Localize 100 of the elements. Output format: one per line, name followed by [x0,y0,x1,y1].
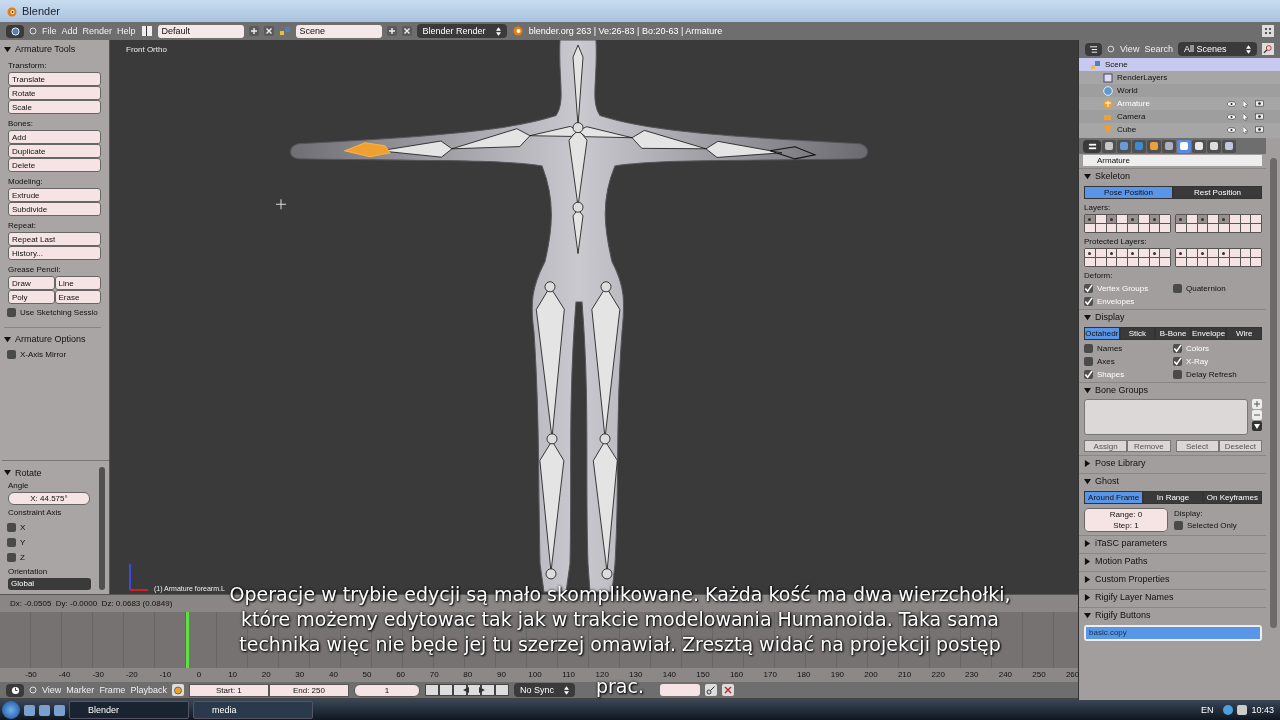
editor-type-button[interactable] [1085,42,1103,56]
layer-toggle[interactable] [1229,249,1240,257]
properties-tab[interactable] [1117,139,1131,153]
disclosure-triangle-icon[interactable] [4,335,11,343]
mode-tab[interactable]: Rest Position [1173,186,1262,199]
disclosure-triangle-icon[interactable] [1084,593,1091,601]
quick-launch-icon[interactable] [39,704,50,716]
layer-toggle[interactable] [1186,224,1197,232]
tool-button[interactable]: Scale [8,100,101,114]
layer-toggle[interactable] [1138,224,1149,232]
checkbox[interactable] [7,308,16,317]
mode-tab[interactable]: Wire [1226,327,1262,340]
editor-type-button[interactable] [6,683,24,697]
panel-header[interactable]: Custom Properties [1084,572,1262,586]
layer-toggle[interactable] [1208,215,1218,223]
mode-tab[interactable]: On Keyframes [1202,491,1262,504]
layer-toggle[interactable] [1176,258,1186,266]
properties-tab[interactable] [1162,139,1176,153]
panel-header[interactable]: Ghost [1084,474,1262,488]
collapse-icon[interactable] [1107,45,1116,53]
tool-button[interactable]: Extrude [8,188,101,202]
taskbar-button[interactable]: media [193,701,313,719]
checkbox[interactable] [1173,344,1182,353]
checkbox[interactable] [1173,284,1182,293]
layer-toggle[interactable] [1128,258,1138,266]
checkbox[interactable] [1084,357,1093,366]
tool-button[interactable]: Delete [8,158,101,172]
panel-header[interactable]: Bone Groups [1084,383,1262,397]
layout-field[interactable]: Default [157,24,244,38]
layer-toggle[interactable] [1106,249,1117,257]
tool-button[interactable]: Add [8,130,101,144]
checkbox[interactable] [1173,357,1182,366]
outliner-item[interactable]: Camera [1079,110,1280,123]
layer-toggle[interactable] [1106,215,1117,223]
layer-toggle[interactable] [1251,215,1261,223]
disclosure-triangle-icon[interactable] [1084,172,1091,180]
scene-icon[interactable] [278,25,291,37]
menu-item[interactable]: Marker [66,685,95,695]
mode-tab[interactable]: In Range [1143,491,1203,504]
camera-icon[interactable] [1255,126,1264,133]
end-frame-field[interactable]: End: 250 [268,683,349,697]
filter-dropdown[interactable]: All Scenes [1177,42,1258,56]
layer-toggle[interactable] [1138,258,1149,266]
menu-item[interactable]: View [1120,44,1140,54]
disclosure-triangle-icon[interactable] [1084,313,1091,321]
properties-tab[interactable] [1177,139,1191,153]
disclosure-triangle-icon[interactable] [4,469,11,476]
mode-tab[interactable]: B-Bone [1155,327,1191,340]
layer-toggle[interactable] [1219,215,1229,223]
mode-tab[interactable]: Stick [1119,327,1156,340]
layer-toggle[interactable] [1128,224,1138,232]
layer-toggle[interactable] [1240,215,1251,223]
layer-toggle[interactable] [1176,249,1186,257]
tool-button[interactable]: Draw [8,276,55,290]
editor-type-button[interactable] [6,24,24,38]
disclosure-triangle-icon[interactable] [4,45,11,53]
panel-header[interactable]: Skeleton [1084,169,1262,183]
scrollbar[interactable] [99,467,105,590]
layer-toggle[interactable] [1085,258,1095,266]
layer-toggle[interactable] [1160,224,1170,232]
sync-dropdown[interactable]: No Sync [513,683,575,697]
bone-group-button[interactable]: Remove [1127,440,1171,452]
range-field[interactable]: Range: 0 [1085,509,1167,520]
collapse-icon[interactable] [29,27,37,35]
layer-toggle[interactable] [1117,224,1127,232]
panel-header[interactable]: Armature Tools [4,42,101,56]
dropdown-arrow-icon[interactable] [1252,421,1262,431]
tool-button[interactable]: History... [8,246,101,260]
scene-field[interactable]: Scene [295,24,382,38]
panel-header[interactable]: Pose Library [1084,456,1262,470]
list-item[interactable]: basic.copy [1086,627,1260,639]
properties-tab[interactable] [1147,139,1161,153]
layer-toggle[interactable] [1117,215,1127,223]
outliner-item[interactable]: RenderLayers [1079,71,1280,84]
properties-tab[interactable] [1102,139,1116,153]
playback-controls-icon[interactable] [424,684,509,696]
tool-button[interactable]: Translate [8,72,101,86]
layer-toggle[interactable] [1149,249,1160,257]
disclosure-triangle-icon[interactable] [1084,539,1091,547]
eye-icon[interactable] [1227,100,1236,107]
layer-toggle[interactable] [1208,224,1218,232]
network-icon[interactable] [1223,705,1234,715]
disclosure-triangle-icon[interactable] [1084,575,1091,583]
checkbox[interactable] [7,553,16,562]
3d-cursor-icon[interactable] [275,198,287,210]
menu-item[interactable]: Search [1144,44,1173,54]
add-icon[interactable] [1252,399,1262,409]
layer-toggle[interactable] [1149,224,1160,232]
collapse-icon[interactable] [29,686,37,694]
checkbox[interactable] [7,538,16,547]
checkbox[interactable] [1173,370,1182,379]
orientation-dropdown[interactable]: Global [8,578,91,590]
layer-toggle[interactable] [1117,249,1127,257]
layer-toggle[interactable] [1160,258,1170,266]
menu-item[interactable]: Playback [130,685,167,695]
checkbox[interactable] [1084,344,1093,353]
panel-header[interactable]: Motion Paths [1084,554,1262,568]
layer-toggle[interactable] [1208,258,1218,266]
panel-header[interactable]: Rotate [4,467,96,478]
angle-field[interactable]: X: 44.575° [8,492,90,505]
